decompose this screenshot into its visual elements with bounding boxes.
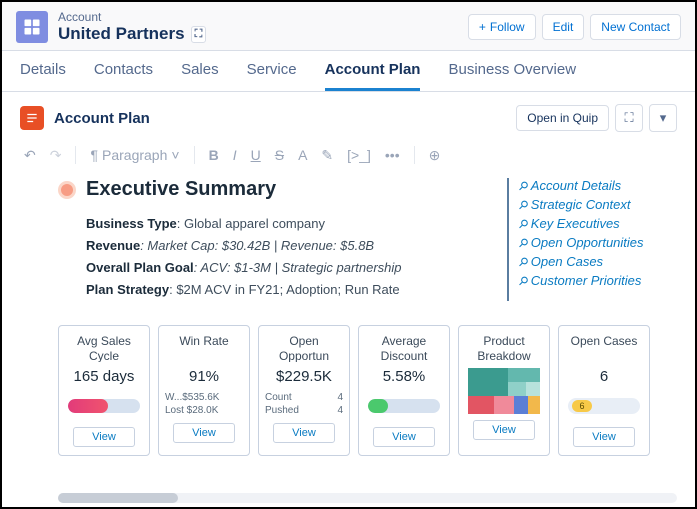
panel-header: Account Plan Open in Quip ⛶ ▾	[2, 92, 695, 140]
card-title: Average Discount	[365, 334, 443, 362]
card-value: 5.58%	[383, 368, 426, 385]
tab-contacts[interactable]: Contacts	[94, 61, 153, 91]
panel-title: Account Plan	[54, 110, 150, 127]
card-open-opportunities: Open Opportun $229.5K Count 4 Pushed 4 Vie…	[258, 325, 350, 456]
anchor-key-executives[interactable]: Key Executives	[519, 216, 667, 231]
treemap-icon	[468, 368, 540, 414]
code-icon[interactable]: [>_]	[347, 147, 371, 163]
line3-value: : ACV: $1-3M | Strategic partnership	[194, 260, 402, 275]
account-name: United Partners ⛶	[58, 24, 206, 44]
card-avg-sales-cycle: Avg Sales Cycle 165 days View	[58, 325, 150, 456]
line3-label: Overall Plan Goal	[86, 260, 194, 275]
new-contact-button[interactable]: New Contact	[590, 14, 681, 40]
more-menu-icon[interactable]: ▾	[649, 104, 677, 132]
view-button[interactable]: View	[473, 420, 535, 440]
account-name-text: United Partners	[58, 24, 185, 44]
editor-toolbar: ↶ ↷ ¶ Paragraph ˅ B I U S A ✎ [>_] ••• ⊕	[2, 140, 695, 174]
view-button[interactable]: View	[273, 423, 335, 443]
card-value: $229.5K	[276, 368, 332, 385]
insert-icon[interactable]: ⊕	[429, 147, 441, 164]
italic-icon[interactable]: I	[233, 147, 237, 163]
anchor-customer-priorities[interactable]: Customer Priorities	[519, 273, 667, 288]
anchor-list: Account Details Strategic Context Key Ex…	[507, 178, 667, 301]
detail-label: Pushed	[265, 404, 299, 417]
detail-label: Count	[265, 391, 292, 404]
object-label: Account	[58, 10, 206, 24]
style-label: Paragraph	[102, 147, 167, 163]
detail-value: 4	[337, 404, 343, 417]
document-body: Executive Summary Business Type: Global …	[58, 178, 489, 301]
line1-value: : Global apparel company	[177, 216, 325, 231]
card-title: Open Opportun	[265, 334, 343, 362]
open-in-quip-button[interactable]: Open in Quip	[516, 105, 609, 131]
plus-icon: +	[479, 20, 486, 34]
line2-label: Revenue	[86, 238, 140, 253]
card-product-breakdown: Product Breakdow View	[458, 325, 550, 456]
card-title: Open Cases	[571, 334, 638, 362]
redo-icon[interactable]: ↷	[50, 147, 62, 164]
text-color-icon[interactable]: A	[298, 147, 307, 163]
view-button[interactable]: View	[573, 427, 635, 447]
view-button[interactable]: View	[73, 427, 135, 447]
card-title: Avg Sales Cycle	[65, 334, 143, 362]
paragraph-style-dropdown[interactable]: ¶ Paragraph ˅	[90, 147, 179, 163]
detail-label: W...$535.6K	[165, 391, 219, 404]
gauge-icon: 6	[568, 398, 640, 414]
metric-cards-row: Avg Sales Cycle 165 days View Win Rate 9…	[2, 301, 695, 456]
section-bullet-icon	[58, 181, 76, 199]
follow-button[interactable]: + Follow	[468, 14, 536, 40]
line1-label: Business Type	[86, 216, 177, 231]
view-button[interactable]: View	[173, 423, 235, 443]
view-button[interactable]: View	[373, 427, 435, 447]
more-format-icon[interactable]: •••	[385, 147, 400, 163]
tab-details[interactable]: Details	[20, 61, 66, 91]
gauge-icon	[368, 399, 440, 413]
underline-icon[interactable]: U	[251, 147, 261, 163]
card-win-rate: Win Rate 91% W...$535.6K Lost $28.0K Vie…	[158, 325, 250, 456]
tab-bar: Details Contacts Sales Service Account P…	[2, 51, 695, 92]
card-title: Win Rate	[179, 334, 228, 362]
anchor-open-cases[interactable]: Open Cases	[519, 254, 667, 269]
anchor-strategic-context[interactable]: Strategic Context	[519, 197, 667, 212]
account-icon	[16, 11, 48, 43]
detail-label: Lost $28.0K	[165, 404, 218, 417]
quip-doc-icon	[20, 106, 44, 130]
follow-label: Follow	[490, 20, 525, 34]
executive-summary-heading: Executive Summary	[86, 178, 276, 201]
card-title: Product Breakdow	[465, 334, 543, 362]
hierarchy-icon[interactable]: ⛶	[191, 26, 207, 43]
edit-button[interactable]: Edit	[542, 14, 585, 40]
card-value: 165 days	[74, 368, 135, 385]
tab-business-overview[interactable]: Business Overview	[448, 61, 576, 91]
tab-account-plan[interactable]: Account Plan	[325, 61, 421, 91]
card-average-discount: Average Discount 5.58% View	[358, 325, 450, 456]
undo-icon[interactable]: ↶	[24, 147, 36, 164]
line4-value: : $2M ACV in FY21; Adoption; Run Rate	[169, 282, 400, 297]
gauge-icon	[68, 399, 140, 413]
highlight-icon[interactable]: ✎	[321, 147, 333, 164]
scrollbar-thumb[interactable]	[58, 493, 178, 503]
card-value: 91%	[189, 368, 219, 385]
bold-icon[interactable]: B	[209, 147, 219, 163]
chevron-down-icon: ˅	[171, 147, 179, 163]
detail-value: 4	[337, 391, 343, 404]
anchor-account-details[interactable]: Account Details	[519, 178, 667, 193]
horizontal-scrollbar[interactable]	[58, 493, 677, 503]
anchor-open-opportunities[interactable]: Open Opportunities	[519, 235, 667, 250]
card-value: 6	[600, 368, 608, 385]
expand-icon[interactable]: ⛶	[615, 104, 643, 132]
tab-service[interactable]: Service	[247, 61, 297, 91]
strikethrough-icon[interactable]: S	[275, 147, 284, 163]
line2-value: : Market Cap: $30.42B | Revenue: $5.8B	[140, 238, 374, 253]
card-open-cases: Open Cases 6 6 View	[558, 325, 650, 456]
gauge-label: 6	[572, 400, 592, 412]
record-header: Account United Partners ⛶ + Follow Edit N…	[2, 2, 695, 51]
line4-label: Plan Strategy	[86, 282, 169, 297]
tab-sales[interactable]: Sales	[181, 61, 219, 91]
